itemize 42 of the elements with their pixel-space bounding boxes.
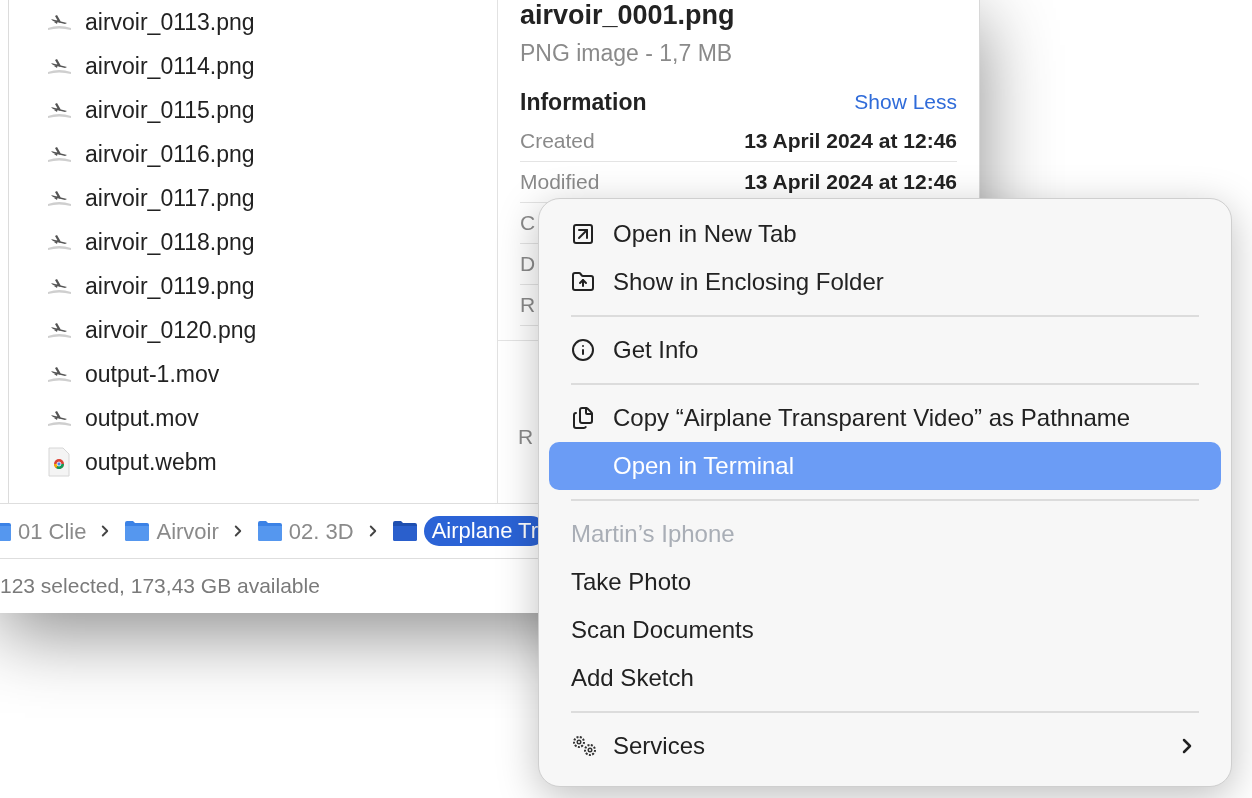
file-name[interactable]: airvoir_0113.png: [85, 4, 255, 40]
file-name[interactable]: airvoir_0119.png: [85, 268, 255, 304]
preview-footer-text: R: [518, 425, 534, 448]
file-name[interactable]: airvoir_0117.png: [85, 180, 255, 216]
info-value: 13 April 2024 at 12:46: [744, 169, 957, 196]
file-subtitle: PNG image - 1,7 MB: [520, 39, 734, 68]
file-name[interactable]: output.mov: [85, 400, 199, 436]
menu-section-header: Martin’s Iphone: [570, 519, 736, 549]
new-tab-icon: [571, 222, 595, 246]
section-title: Information: [520, 87, 647, 117]
folder-icon: [124, 520, 151, 542]
info-label: Modified: [520, 169, 600, 196]
menu-item[interactable]: Copy “Airplane Transparent Video” as Pathname: [549, 394, 1221, 442]
file-name[interactable]: output.webm: [85, 444, 217, 480]
file-title: airvoir_0001.png: [520, 0, 736, 30]
info-icon: [571, 338, 595, 362]
info-label: D: [520, 251, 536, 278]
folder-up-icon: [571, 270, 595, 294]
menu-item[interactable]: Services: [549, 722, 1221, 770]
document-icon: [47, 447, 71, 477]
menu-item[interactable]: Scan Documents: [549, 606, 1221, 654]
info-label: Created: [520, 128, 595, 155]
status-text: 123 selected, 173,43 GB available: [0, 573, 320, 600]
info-label: C: [520, 210, 536, 237]
folder-icon: [256, 520, 283, 542]
gears-icon: [571, 734, 599, 758]
show-less-link[interactable]: Show Less: [854, 86, 957, 118]
file-name[interactable]: airvoir_0115.png: [85, 92, 255, 128]
menu-item[interactable]: Take Photo: [549, 558, 1221, 606]
file-name[interactable]: airvoir_0114.png: [85, 48, 255, 84]
folder-icon: [391, 520, 418, 542]
file-name[interactable]: airvoir_0116.png: [85, 136, 255, 172]
copy-icon: [571, 406, 595, 430]
file-name[interactable]: airvoir_0118.png: [85, 224, 255, 260]
menu-item[interactable]: Open in New Tab: [549, 210, 1221, 258]
file-name[interactable]: airvoir_0120.png: [85, 312, 257, 348]
info-label: R: [520, 292, 536, 319]
menu-item[interactable]: Add Sketch: [549, 654, 1221, 702]
menu-item[interactable]: Get Info: [549, 326, 1221, 374]
menu-item[interactable]: Show in Enclosing Folder: [549, 258, 1221, 306]
file-name[interactable]: output-1.mov: [85, 356, 220, 392]
info-value: 13 April 2024 at 12:46: [744, 128, 957, 155]
